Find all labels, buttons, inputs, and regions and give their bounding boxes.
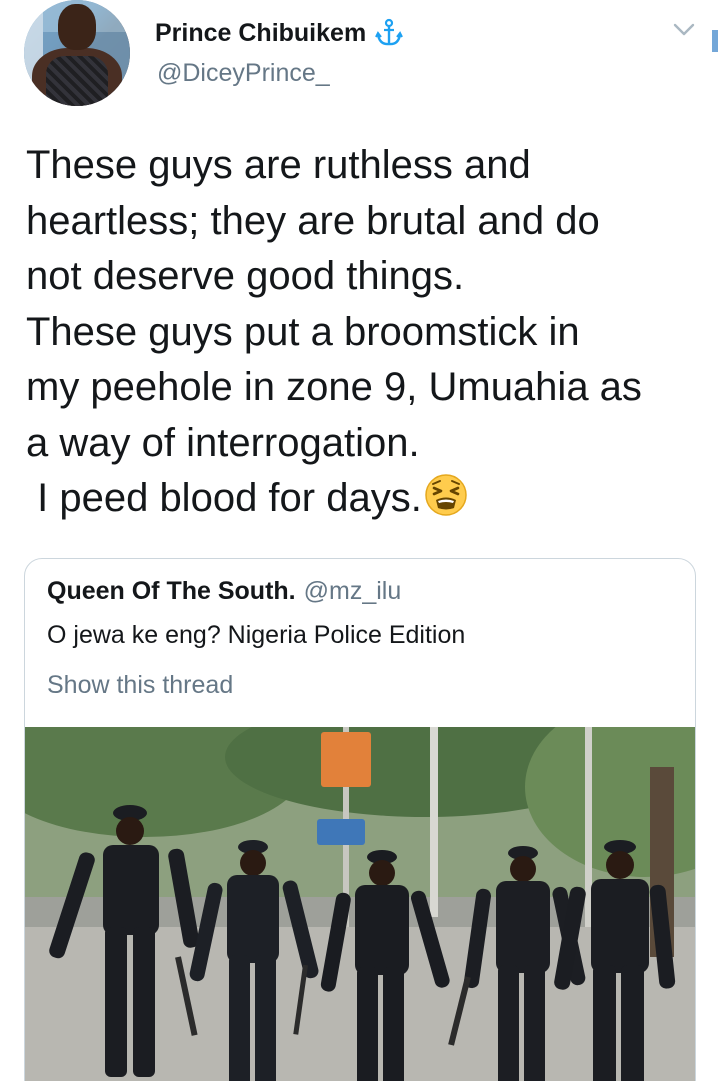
tired-face-emoji-icon (425, 474, 467, 516)
tweet-card: Prince Chibuikem @DiceyPrince_ These guy… (0, 0, 720, 1081)
tweet-line: heartless; they are brutal and do (26, 198, 600, 243)
show-thread-link[interactable]: Show this thread (47, 671, 233, 700)
police-officers-photo-icon (25, 727, 695, 1081)
tweet-line: a way of interrogation. (26, 420, 420, 465)
quoted-author-name: Queen Of The South. (47, 577, 296, 605)
tweet-line: These guys are ruthless and (26, 143, 531, 187)
tweet-line-text: I peed blood for days. (26, 476, 422, 520)
chevron-down-icon[interactable] (672, 20, 696, 38)
edge-indicator (712, 30, 718, 52)
quoted-tweet[interactable]: Queen Of The South. @mz_ilu O jewa ke eng… (24, 558, 696, 1081)
quoted-author-handle: @mz_ilu (303, 577, 402, 605)
tweet-body: These guys are ruthless and heartless; t… (26, 138, 706, 527)
author-handle[interactable]: @DiceyPrince_ (157, 59, 330, 88)
tweet-line: not deserve good things. (26, 254, 465, 298)
quoted-tweet-photo[interactable] (25, 727, 695, 1081)
author-name-row[interactable]: Prince Chibuikem (155, 18, 404, 48)
avatar-head (58, 4, 96, 50)
tweet-line: my peehole in zone 9, Umuahia as (26, 365, 642, 409)
quoted-tweet-header: Queen Of The South. @mz_ilu (47, 577, 401, 606)
tweet-line: These guys put a broomstick in (26, 309, 580, 354)
avatar-vest (46, 56, 108, 106)
author-display-name[interactable]: Prince Chibuikem (155, 19, 366, 48)
tweet-line-last: I peed blood for days. (26, 471, 706, 527)
quoted-tweet-text: O jewa ke eng? Nigeria Police Edition (47, 621, 466, 649)
author-avatar[interactable] (24, 0, 130, 106)
anchor-icon (375, 18, 404, 46)
